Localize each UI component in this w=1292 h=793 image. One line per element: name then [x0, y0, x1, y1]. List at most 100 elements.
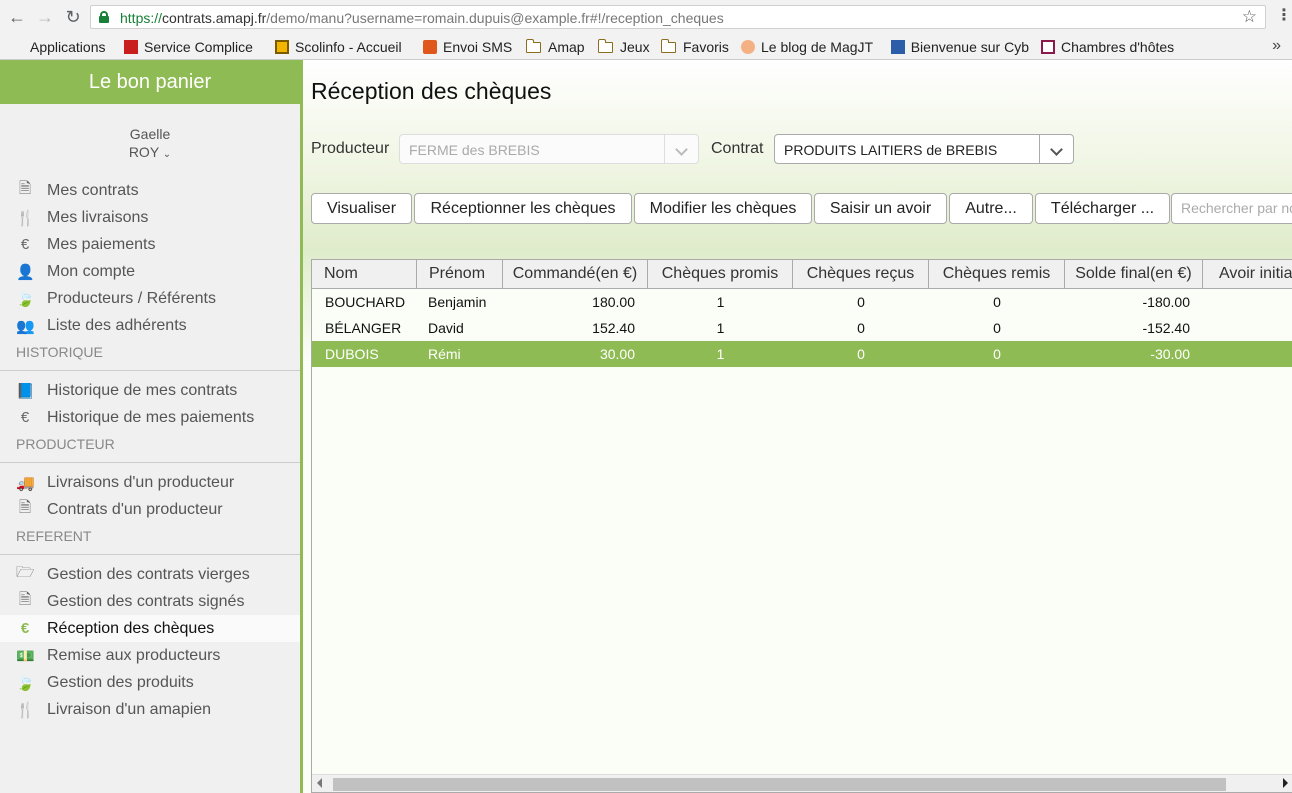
- bookmark-star-icon[interactable]: ☆: [1242, 7, 1257, 27]
- horizontal-scrollbar[interactable]: [312, 774, 1292, 792]
- address-bar[interactable]: https://contrats.amapj.fr/demo/manu?user…: [90, 5, 1266, 29]
- cell-prenom: Rémi: [428, 346, 461, 362]
- producteur-select[interactable]: FERME des BREBIS: [399, 134, 699, 164]
- col-commande[interactable]: Commandé(en €): [503, 260, 648, 288]
- section-historique: HISTORIQUE: [16, 344, 103, 360]
- sidebar-item-contrats-vierges[interactable]: 🗁 Gestion des contrats vierges: [0, 561, 300, 588]
- sidebar-item-mes-contrats[interactable]: 🗎 Mes contrats: [0, 177, 300, 204]
- main-menu: 🗎 Mes contrats 🍴 Mes livraisons € Mes paiem…: [0, 177, 300, 723]
- cell-recus: 0: [857, 294, 865, 310]
- receptionner-cheques-button[interactable]: Réceptionner les chèques: [414, 193, 632, 224]
- table-row[interactable]: BOUCHARD Benjamin 180.00 1 0 0 -180.00: [312, 289, 1292, 315]
- cell-remis: 0: [993, 320, 1001, 336]
- euro-icon: €: [20, 236, 30, 253]
- leaf-icon: 🍃: [16, 290, 35, 308]
- cell-solde: -30.00: [1150, 346, 1190, 362]
- folder-icon: [660, 38, 676, 53]
- search-input[interactable]: Rechercher par nom: [1171, 193, 1292, 224]
- col-solde-final[interactable]: Solde final(en €): [1065, 260, 1203, 288]
- table-row-selected[interactable]: DUBOIS Rémi 30.00 1 0 0 -30.00: [312, 341, 1292, 367]
- browser-menu-icon[interactable]: ⋮: [1276, 8, 1292, 24]
- col-nom[interactable]: Nom: [312, 260, 417, 288]
- bookmark-jeux[interactable]: Jeux: [597, 38, 650, 56]
- document-icon: 🗎: [18, 499, 32, 516]
- section-producteur: PRODUCTEUR: [16, 436, 115, 452]
- cell-solde: -180.00: [1142, 294, 1190, 310]
- sidebar-item-reception-cheques[interactable]: € Réception des chèques: [0, 615, 300, 642]
- visualiser-button[interactable]: Visualiser: [311, 193, 412, 224]
- scrollbar-thumb[interactable]: [333, 778, 1226, 791]
- section-referent: REFERENT: [16, 528, 92, 544]
- scroll-right-icon[interactable]: [1283, 778, 1288, 788]
- bookmark-applications[interactable]: Applications: [10, 38, 106, 56]
- cell-recus: 0: [857, 320, 865, 336]
- col-cheques-promis[interactable]: Chèques promis: [648, 260, 793, 288]
- cell-avoir: [1203, 289, 1292, 315]
- sidebar-item-remise-producteurs[interactable]: 💵 Remise aux producteurs: [0, 642, 300, 669]
- saisir-avoir-button[interactable]: Saisir un avoir: [814, 193, 947, 224]
- sidebar-item-liste-adherents[interactable]: 👥 Liste des adhérents: [0, 312, 300, 339]
- user-first-name: Gaelle: [129, 126, 171, 142]
- cutlery-icon: 🍴: [16, 701, 35, 719]
- bookmark-envoi-sms[interactable]: Envoi SMS: [423, 38, 512, 56]
- col-cheques-recus[interactable]: Chèques reçus: [793, 260, 929, 288]
- sms-icon: [423, 40, 437, 54]
- users-icon: 👥: [16, 317, 35, 335]
- url-text[interactable]: https://contrats.amapj.fr/demo/manu?user…: [120, 10, 724, 26]
- bookmarks-bar: Applications Service Complice Scolinfo -…: [0, 35, 1292, 60]
- table-row[interactable]: BÉLANGER David 152.40 1 0 0 -152.40: [312, 315, 1292, 341]
- cell-prenom: Benjamin: [428, 294, 487, 310]
- bookmark-scolinfo[interactable]: Scolinfo - Accueil: [275, 38, 402, 56]
- money-icon: 💵: [16, 647, 35, 665]
- sidebar-item-livraisons-producteur[interactable]: 🚚 Livraisons d'un producteur: [0, 469, 300, 496]
- document-icon: 🗎: [18, 180, 32, 197]
- cell-prenom: David: [428, 320, 464, 336]
- forward-arrow-icon[interactable]: →: [34, 6, 56, 28]
- bookmark-amap[interactable]: Amap: [525, 38, 585, 56]
- scroll-left-icon[interactable]: [317, 778, 322, 788]
- bookmark-blog-magjt[interactable]: Le blog de MagJT: [741, 38, 877, 56]
- euro-icon: €: [20, 620, 30, 637]
- bookmark-favoris[interactable]: Favoris: [660, 38, 729, 56]
- service-icon: [124, 40, 138, 54]
- sidebar-item-historique-paiements[interactable]: € Historique de mes paiements: [0, 404, 300, 431]
- folder-icon: [525, 38, 541, 53]
- contrat-value: PRODUITS LAITIERS de BREBIS: [784, 142, 998, 158]
- back-arrow-icon[interactable]: ←: [6, 6, 28, 28]
- sidebar-item-mes-paiements[interactable]: € Mes paiements: [0, 231, 300, 258]
- sidebar-item-mon-compte[interactable]: 👤 Mon compte: [0, 258, 300, 285]
- contrat-select[interactable]: PRODUITS LAITIERS de BREBIS: [774, 134, 1074, 164]
- sidebar-item-livraison-amapien[interactable]: 🍴 Livraison d'un amapien: [0, 696, 300, 723]
- col-cheques-remis[interactable]: Chèques remis: [929, 260, 1065, 288]
- modifier-cheques-button[interactable]: Modifier les chèques: [634, 193, 812, 224]
- producteur-label: Producteur: [311, 140, 390, 157]
- sidebar-item-contrats-producteur[interactable]: 🗎 Contrats d'un producteur: [0, 496, 300, 523]
- col-prenom[interactable]: Prénom: [417, 260, 503, 288]
- bookmark-chambres-hotes[interactable]: Chambres d'hôtes: [1041, 38, 1179, 56]
- sidebar-item-historique-contrats[interactable]: 📘 Historique de mes contrats: [0, 377, 300, 404]
- browser-toolbar: ← → ↻ https://contrats.amapj.fr/demo/man…: [0, 0, 1292, 35]
- page-title: Réception des chèques: [311, 78, 552, 104]
- main-panel: Réception des chèques Producteur FERME d…: [303, 60, 1292, 793]
- sidebar-item-contrats-signes[interactable]: 🗎 Gestion des contrats signés: [0, 588, 300, 615]
- col-avoir-initial[interactable]: Avoir initial: [1203, 260, 1292, 288]
- chevron-down-icon: [664, 135, 698, 163]
- euro-icon: €: [20, 409, 30, 426]
- cell-commande: 180.00: [592, 294, 635, 310]
- table-header: Nom Prénom Commandé(en €) Chèques promis…: [312, 260, 1292, 289]
- cell-commande: 152.40: [592, 320, 635, 336]
- sidebar-item-mes-livraisons[interactable]: 🍴 Mes livraisons: [0, 204, 300, 231]
- cell-avoir: [1203, 341, 1292, 367]
- bookmark-bienvenue-cyb[interactable]: Bienvenue sur Cyb: [891, 38, 1029, 56]
- autre-button[interactable]: Autre...: [949, 193, 1033, 224]
- reload-icon[interactable]: ↻: [62, 6, 84, 28]
- more-bookmarks-icon[interactable]: »: [1272, 37, 1281, 55]
- telecharger-button[interactable]: Télécharger ...: [1035, 193, 1170, 224]
- sidebar-item-producteurs-referents[interactable]: 🍃 Producteurs / Référents: [0, 285, 300, 312]
- cell-nom: BOUCHARD: [325, 294, 406, 310]
- user-last-name: ROY: [128, 144, 159, 160]
- bookmark-service-complice[interactable]: Service Complice: [124, 38, 253, 56]
- cell-promis: 1: [716, 320, 725, 336]
- user-menu[interactable]: Gaelle ROY ⌄: [0, 104, 300, 164]
- sidebar-item-gestion-produits[interactable]: 🍃 Gestion des produits: [0, 669, 300, 696]
